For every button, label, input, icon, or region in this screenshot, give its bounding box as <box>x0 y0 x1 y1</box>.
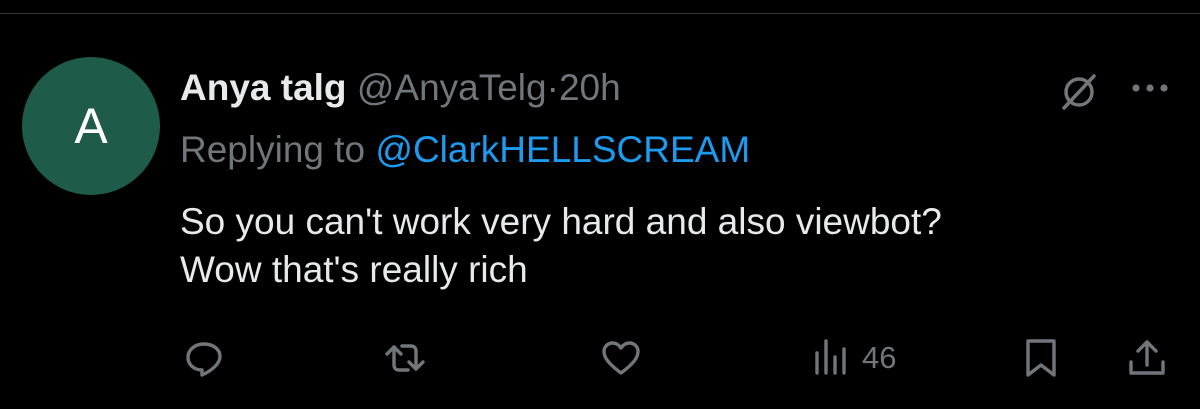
action-bar: 46 <box>0 332 1200 384</box>
like-button[interactable] <box>600 332 642 384</box>
header-separator: · <box>546 67 559 108</box>
like-icon <box>602 341 640 375</box>
reply-button[interactable] <box>183 332 225 384</box>
tweet-header: Anya talg @AnyaTelg·20h <box>180 66 621 110</box>
replying-to-mention[interactable]: @ClarkHELLSCREAM <box>375 129 750 170</box>
user-handle[interactable]: @AnyaTelg <box>357 67 547 108</box>
retweet-button[interactable] <box>384 332 426 384</box>
avatar[interactable]: A <box>22 57 160 195</box>
top-divider <box>0 13 1200 14</box>
timestamp[interactable]: 20h <box>559 67 621 108</box>
more-icon[interactable] <box>1128 76 1172 100</box>
avatar-letter: A <box>74 98 108 154</box>
bookmark-button[interactable] <box>1020 332 1062 384</box>
share-icon <box>1129 340 1165 375</box>
tweet-text-line-1: So you can't work very hard and also vie… <box>180 201 942 242</box>
views-icon <box>815 339 846 375</box>
replying-to-line: Replying to @ClarkHELLSCREAM <box>180 128 750 172</box>
views-count: 46 <box>862 340 897 375</box>
tweet-text: So you can't work very hard and also vie… <box>180 198 942 294</box>
display-name[interactable]: Anya talg <box>180 67 347 108</box>
retweet-icon <box>385 344 425 372</box>
bookmark-icon <box>1026 339 1056 377</box>
replying-to-label: Replying to <box>180 129 366 170</box>
views-button[interactable]: 46 <box>810 332 896 384</box>
share-button[interactable] <box>1126 332 1168 384</box>
reply-icon <box>186 342 222 377</box>
grok-icon[interactable] <box>1058 70 1100 112</box>
tweet-text-line-2: Wow that's really rich <box>180 249 528 290</box>
